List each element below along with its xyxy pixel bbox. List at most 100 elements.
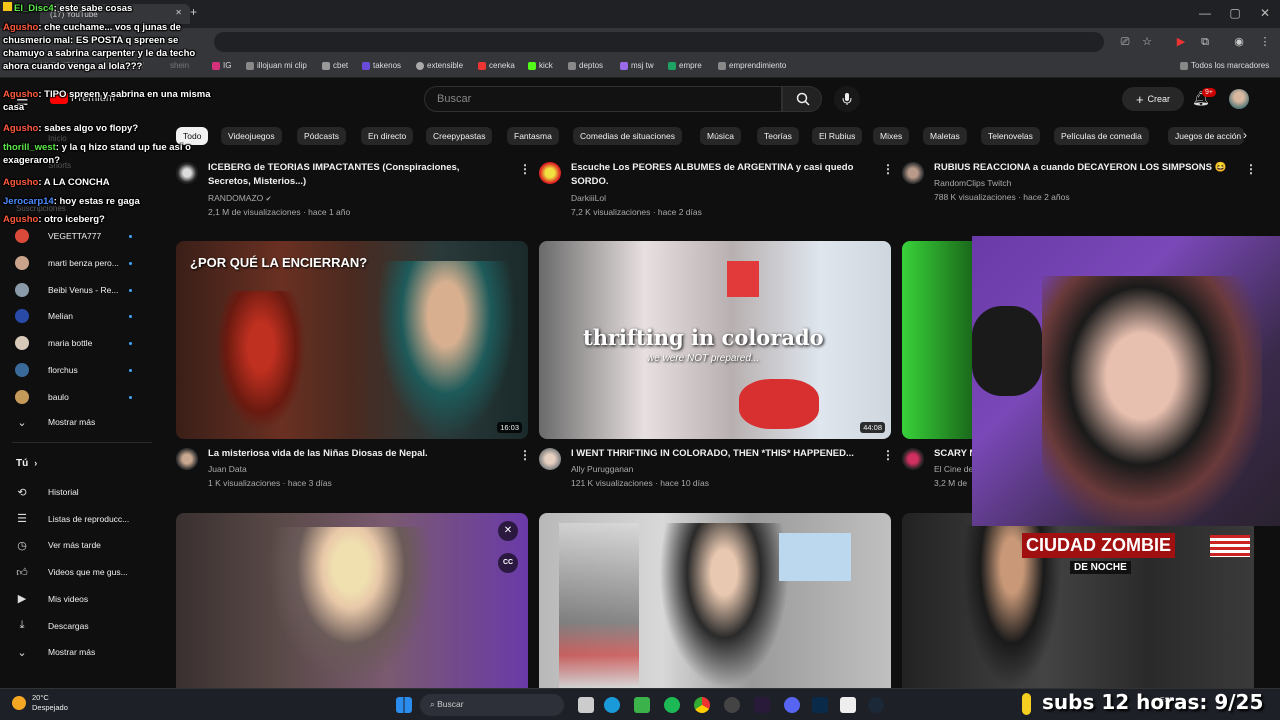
chips-next-arrow-icon[interactable]: › [1243, 128, 1247, 142]
channel-avatar[interactable] [902, 448, 924, 470]
channel-avatar[interactable] [539, 448, 561, 470]
xbox-icon[interactable] [634, 697, 650, 713]
bookmark-cbet[interactable]: cbet [322, 61, 348, 70]
profile-icon[interactable]: ◉ [1232, 35, 1246, 49]
all-bookmarks[interactable]: Todos los marcadores [1180, 61, 1269, 70]
channel-avatar[interactable] [539, 162, 561, 184]
channel-name[interactable]: Ally Purugganan [571, 462, 633, 476]
filter-chip[interactable]: En directo [361, 127, 414, 145]
bookmark-empre[interactable]: empre [668, 61, 702, 70]
video-thumbnail[interactable] [539, 513, 891, 688]
channel-avatar[interactable] [902, 162, 924, 184]
video-title[interactable]: ICEBERG de TEORIAS IMPACTANTES (Conspira… [208, 161, 498, 189]
show-more-you[interactable]: ⌄ Mostrar más [14, 641, 95, 663]
filter-chip[interactable]: Películas de comedia [1054, 127, 1149, 145]
video-title[interactable]: Escuche Los PEORES ALBUMES de ARGENTINA … [571, 161, 871, 189]
extensions-icon[interactable]: ⧉ [1198, 35, 1212, 49]
filter-chip[interactable]: Pódcasts [297, 127, 346, 145]
sidebar-you-item[interactable]: ▶ Mis videos [14, 588, 88, 610]
video-title[interactable]: RUBIUS REACCIONA a cuando DECAYERON LOS … [934, 161, 1234, 175]
video-title[interactable]: I WENT THRIFTING IN COLORADO, THEN *THIS… [571, 447, 871, 461]
video-options-icon[interactable]: ⋮ [882, 162, 894, 176]
vegas-icon[interactable] [754, 697, 770, 713]
cast-icon[interactable]: ⎚ [1118, 35, 1132, 49]
url-field[interactable] [214, 32, 1104, 52]
menu-dots-icon[interactable]: ⋮ [1258, 35, 1272, 49]
extension-red-icon[interactable]: ▶ [1174, 35, 1188, 49]
channel-name[interactable]: RandomClips Twitch [934, 176, 1011, 190]
filter-chip[interactable]: Mixes [873, 127, 910, 145]
filter-chip[interactable]: Juegos de acción [1168, 127, 1244, 145]
mute-icon[interactable]: ✕ [498, 521, 518, 541]
channel-name[interactable]: Juan Data [208, 462, 247, 476]
bookmark-deptos[interactable]: deptos [568, 61, 603, 70]
sidebar-you-item[interactable]: ☰ Listas de reproducc... [14, 508, 129, 530]
task-view-icon[interactable] [578, 697, 594, 713]
video-options-icon[interactable]: ⋮ [882, 448, 894, 462]
search-input[interactable]: Buscar [424, 86, 782, 112]
bookmark-takenos[interactable]: takenos [362, 61, 401, 70]
sidebar-subscription[interactable]: Melian [14, 305, 132, 327]
account-avatar[interactable] [1229, 89, 1249, 109]
bookmark-extensible[interactable]: extensible [416, 61, 463, 70]
show-more-subscriptions[interactable]: ⌄ Mostrar más [14, 411, 95, 433]
filter-chip[interactable]: Teorías [757, 127, 799, 145]
bookmark-ceneka[interactable]: ceneka [478, 61, 515, 70]
search-button[interactable] [782, 86, 822, 112]
voice-search-button[interactable] [834, 86, 860, 112]
bookmark-illojuan[interactable]: illojuan mi clip [246, 61, 307, 70]
filter-chip[interactable]: Comedias de situaciones [573, 127, 682, 145]
windows-start-icon[interactable] [396, 697, 412, 713]
sidebar-subscription[interactable]: marti benza pero... [14, 252, 132, 274]
video-title[interactable]: La misteriosa vida de las Niñas Diosas d… [208, 447, 508, 461]
sidebar-subscription[interactable]: baulo [14, 386, 132, 408]
capcut-icon[interactable] [840, 697, 856, 713]
sidebar-subscription[interactable]: florchus [14, 359, 132, 381]
video-options-icon[interactable]: ⋮ [519, 162, 531, 176]
sidebar-subscription[interactable]: Beibi Venus - Re... [14, 279, 132, 301]
filter-chip[interactable]: Fantasma [507, 127, 559, 145]
channel-avatar[interactable] [176, 448, 198, 470]
video-title[interactable]: SCARY N [934, 447, 976, 461]
filter-chip[interactable]: El Rubius [812, 127, 863, 145]
filter-chip[interactable]: Telenovelas [981, 127, 1040, 145]
maximize-icon[interactable]: ▢ [1228, 6, 1242, 20]
spotify-icon[interactable] [664, 697, 680, 713]
bookmark-msj-tw[interactable]: msj tw [620, 61, 654, 70]
video-thumbnail[interactable] [902, 241, 972, 439]
filter-chip[interactable]: Música [700, 127, 741, 145]
bookmark-kick[interactable]: kick [528, 61, 553, 70]
captions-icon[interactable]: CC [498, 553, 518, 573]
video-options-icon[interactable]: ⋮ [1245, 162, 1257, 176]
weather-widget[interactable]: 20°C Despejado [12, 693, 68, 713]
sidebar-you-item[interactable]: ⤓ Descargas [14, 615, 89, 637]
create-button[interactable]: + Crear [1122, 87, 1184, 111]
star-icon[interactable]: ☆ [1140, 35, 1154, 49]
sidebar-subscription[interactable]: maria bottle [14, 332, 132, 354]
photoshop-icon[interactable] [812, 697, 828, 713]
channel-name[interactable]: El Cine de [934, 462, 973, 476]
channel-name[interactable]: DarkiiiLol [571, 191, 606, 205]
video-thumbnail[interactable]: thrifting in colorado we were NOT prepar… [539, 241, 891, 439]
taskbar-search[interactable]: ⌕ Buscar [420, 694, 564, 716]
filter-chip[interactable]: Maletas [923, 127, 967, 145]
sidebar-you-item[interactable]: 👍︎ Videos que me gus... [14, 561, 127, 583]
video-preview-thumbnail[interactable]: ✕ CC [176, 513, 528, 688]
sidebar-you-item[interactable]: ◷ Ver más tarde [14, 534, 101, 556]
obs-icon[interactable] [724, 697, 740, 713]
video-thumbnail[interactable]: CIUDAD ZOMBIE DE NOCHE [902, 513, 1254, 688]
filter-chip[interactable]: Creepypastas [426, 127, 493, 145]
sidebar-you-item[interactable]: ⟲ Historial [14, 481, 78, 503]
filter-chip[interactable]: Videojuegos [221, 127, 282, 145]
you-section-title[interactable]: Tú › [16, 458, 37, 469]
chrome-icon[interactable] [694, 697, 710, 713]
edge-icon[interactable] [604, 697, 620, 713]
discord-icon[interactable] [784, 697, 800, 713]
minimize-icon[interactable]: — [1198, 6, 1212, 20]
video-options-icon[interactable]: ⋮ [519, 448, 531, 462]
video-thumbnail[interactable]: ¿POR QUÉ LA ENCIERRAN? 16:03 [176, 241, 528, 439]
close-window-icon[interactable]: ✕ [1258, 6, 1272, 20]
notifications-button[interactable]: 🔔︎ 9+ [1192, 88, 1216, 110]
bookmark-emprendimiento[interactable]: emprendimiento [718, 61, 786, 70]
steam-icon[interactable] [868, 697, 884, 713]
